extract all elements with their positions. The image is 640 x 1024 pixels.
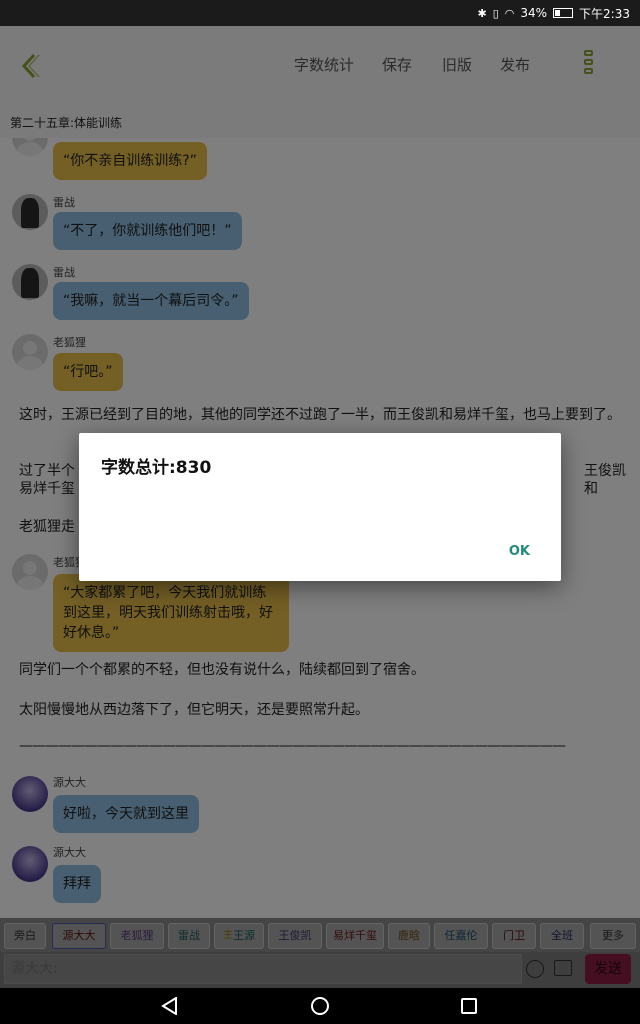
status-bar: ✱ ▯ ◠ 34% 下午2:33: [0, 0, 640, 26]
battery-percent: 34%: [520, 6, 548, 20]
system-nav-bar: [0, 988, 640, 1024]
dialog-title: 字数总计:830: [101, 458, 212, 478]
wifi-icon: ◠: [504, 6, 515, 20]
nav-recents-icon[interactable]: [461, 998, 477, 1014]
nav-back-icon[interactable]: [161, 997, 179, 1015]
word-count-dialog: 字数总计:830 OK: [79, 433, 561, 581]
vibrate-icon: ▯: [492, 6, 499, 20]
nav-home-icon[interactable]: [311, 997, 329, 1015]
ok-button[interactable]: OK: [509, 544, 530, 559]
status-time: 下午2:33: [579, 6, 630, 21]
bluetooth-icon: ✱: [477, 6, 487, 20]
battery-icon: [553, 8, 574, 18]
